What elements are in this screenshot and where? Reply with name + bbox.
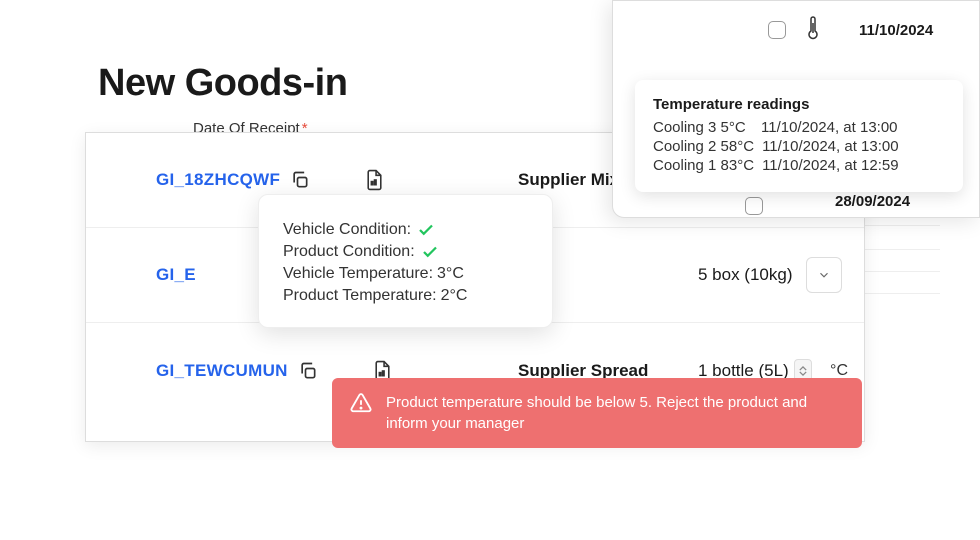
goods-in-id-link[interactable]: GI_18ZHCQWF <box>156 170 280 190</box>
reading-label: Cooling 3 5°C <box>653 119 753 136</box>
temperature-panel: 11/10/2024 Temperature readings Cooling … <box>612 0 980 218</box>
quantity-value: 5 box (10kg) <box>698 265 793 285</box>
reading-datetime: 11/10/2024, at 12:59 <box>762 157 899 174</box>
temperature-checkbox[interactable] <box>768 21 786 39</box>
product-temp-value: 2°C <box>441 287 468 305</box>
reading-datetime: 11/10/2024, at 13:00 <box>762 138 899 155</box>
product-condition-label: Product Condition: <box>283 243 415 261</box>
copy-icon[interactable] <box>290 170 310 190</box>
goods-in-id-link[interactable]: GI_E <box>156 265 196 285</box>
temperature-checkbox[interactable] <box>745 197 763 215</box>
thermometer-icon <box>806 15 820 46</box>
product-temp-label: Product Temperature: <box>283 287 437 305</box>
check-icon <box>421 243 439 261</box>
reading-label: Cooling 2 58°C <box>653 138 754 155</box>
alert-message: Product temperature should be below 5. R… <box>386 392 844 434</box>
readings-heading: Temperature readings <box>653 96 945 113</box>
temperature-readings-tooltip: Temperature readings Cooling 3 5°C 11/10… <box>635 80 963 192</box>
warning-icon <box>350 392 372 419</box>
goods-in-id-link[interactable]: GI_TEWCUMUN <box>156 361 288 381</box>
temperature-date: 28/09/2024 <box>835 193 910 210</box>
reading-datetime: 11/10/2024, at 13:00 <box>761 119 898 136</box>
temperature-alert: Product temperature should be below 5. R… <box>332 378 862 448</box>
reading-label: Cooling 1 83°C <box>653 157 754 174</box>
vehicle-temp-label: Vehicle Temperature: <box>283 265 433 283</box>
copy-icon[interactable] <box>298 361 318 381</box>
temperature-date: 11/10/2024 <box>859 22 933 39</box>
document-icon[interactable] <box>365 169 384 191</box>
vehicle-temp-value: 3°C <box>437 265 464 283</box>
page-title: New Goods-in <box>98 62 347 105</box>
vehicle-condition-label: Vehicle Condition: <box>283 221 411 239</box>
check-icon <box>417 221 435 239</box>
condition-tooltip: Vehicle Condition: Product Condition: Ve… <box>258 194 553 328</box>
chevron-down-icon[interactable] <box>806 257 842 293</box>
